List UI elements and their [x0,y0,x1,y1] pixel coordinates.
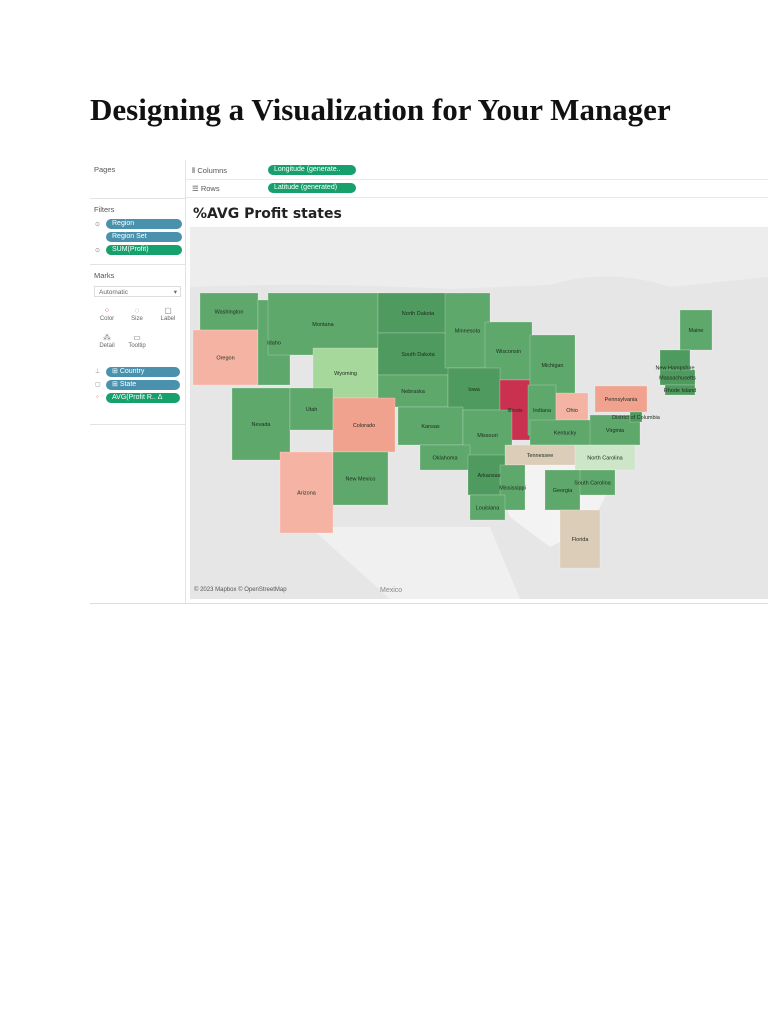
rows-icon: ☰ Rows [192,184,220,193]
detail-mark-icon: ⊥ [95,369,101,375]
state-label: Kansas [421,424,440,430]
state-label: Arizona [297,491,317,497]
field-country[interactable]: ⊞ Country [106,367,180,377]
color-icon: ⁘ [103,306,111,315]
columns-shelf[interactable]: ⦀ Columns Longitude (generate.. [186,162,768,180]
mark-type-value: Automatic [99,289,128,296]
canada-land [190,227,768,289]
chevron-down-icon: ▾ [173,289,177,296]
state-label: Arkansas [478,473,501,479]
state-label: Minnesota [455,329,481,335]
filter-icon: ⊙ [95,222,101,228]
color-mark-icon: ⁘ [95,395,101,401]
label-mark-icon: ▢ [95,382,101,388]
state-label: Oregon [216,356,234,362]
document-title: Designing a Visualization for Your Manag… [90,92,671,127]
detail-icon: ⁂ [103,333,111,342]
button-label: Size [131,316,143,322]
state-label: Massachusetts [659,376,696,382]
state-label: North Carolina [587,456,623,462]
state-label: Louisiana [476,506,500,512]
state-label: New Hampshire [655,366,694,372]
state-label: Rhode Island [664,388,696,394]
field-label: AVG(Profit R.. [112,394,156,401]
state-label: Oklahoma [432,456,458,462]
state-label: Wisconsin [496,349,521,355]
marks-color-button[interactable]: ⁘ Color [93,306,121,326]
pages-card: Pages [90,160,185,199]
filters-title: Filters [94,205,115,214]
filter-sum-profit[interactable]: SUM(Profit) [106,245,182,255]
state-label: Idaho [267,341,281,347]
state-label: Missouri [477,433,497,439]
button-label: Color [99,316,115,322]
button-label: Detail [99,343,115,349]
left-panel: Pages Filters ⊙ Region Region Set ⊙ SUM(… [90,160,186,603]
marks-tooltip-button[interactable]: ▭ Tooltip [123,333,151,353]
state-label: North Dakota [402,311,435,317]
viz-title: %AVG Profit states [193,206,342,222]
state-label: Nevada [252,422,272,428]
state-label: South Carolina [574,481,611,487]
state-label: Nebraska [401,389,425,395]
rows-shelf[interactable]: ☰ Rows Latitude (generated) [186,180,768,198]
filter-region[interactable]: Region [106,219,182,229]
state-label: Indiana [533,408,552,414]
state-label: New Mexico [346,477,376,483]
size-icon: ◌ [134,306,140,315]
state-label: Iowa [468,387,481,393]
state-label: Montana [312,322,334,328]
state-label: Mississippi [499,486,526,492]
field-state[interactable]: ⊞ State [106,380,180,390]
state-label: Maine [689,328,704,334]
marks-detail-button[interactable]: ⁂ Detail [93,333,121,353]
state-label: Virginia [606,428,625,434]
columns-label: Columns [197,166,227,175]
marks-label-button[interactable]: ▢ Label [154,306,182,326]
mexico-label: Mexico [380,587,402,594]
state-label: Pennsylvania [605,397,639,403]
columns-icon: ⦀ Columns [192,166,227,175]
rows-pill[interactable]: Latitude (generated) [268,183,356,193]
field-label: Country [119,368,145,375]
field-label: State [119,381,137,388]
state-label: Washington [215,310,244,316]
marks-card: Marks Automatic ▾ ⁘ Color ◌ Size ▢ Label ⁂ D… [90,266,185,425]
label-icon: ▢ [164,306,172,315]
marks-title: Marks [94,271,115,280]
rows-label: Rows [200,184,220,193]
state-label: Colorado [353,423,375,429]
pages-title: Pages [94,165,116,174]
mexico-land [310,527,520,599]
state-map[interactable]: Washington Oregon Idaho Montana Wyoming North… [190,227,768,599]
filters-card: Filters ⊙ Region Region Set ⊙ SUM(Profit… [90,200,185,265]
map-view[interactable]: Washington Oregon Idaho Montana Wyoming North… [190,227,768,599]
state-label: Ohio [566,408,578,414]
tableau-screenshot: Pages Filters ⊙ Region Region Set ⊙ SUM(… [90,160,768,604]
state-label: Wyoming [334,371,357,377]
state-label: Michigan [541,363,563,369]
field-avg-profit[interactable]: AVG(Profit R.. Δ [106,393,180,403]
button-label: Label [160,316,176,322]
state-label: Florida [572,537,590,543]
state-label: Tennessee [527,453,554,459]
tooltip-icon: ▭ [133,333,141,342]
marks-size-button[interactable]: ◌ Size [123,306,151,326]
state-label: Illinois [507,408,523,414]
state-label: Kentucky [554,431,577,437]
state-label: South Dakota [401,352,435,358]
filter-region-set[interactable]: Region Set [106,232,182,242]
state-label: Utah [306,407,318,413]
filter-icon: ⊙ [95,248,101,254]
mark-type-select[interactable]: Automatic ▾ [94,286,181,297]
button-label: Tooltip [128,343,146,349]
state-label: District of Columbia [612,415,661,421]
state-label: Georgia [553,488,574,494]
columns-pill[interactable]: Longitude (generate.. [268,165,356,175]
map-credit: © 2023 Mapbox © OpenStreetMap [194,587,287,593]
